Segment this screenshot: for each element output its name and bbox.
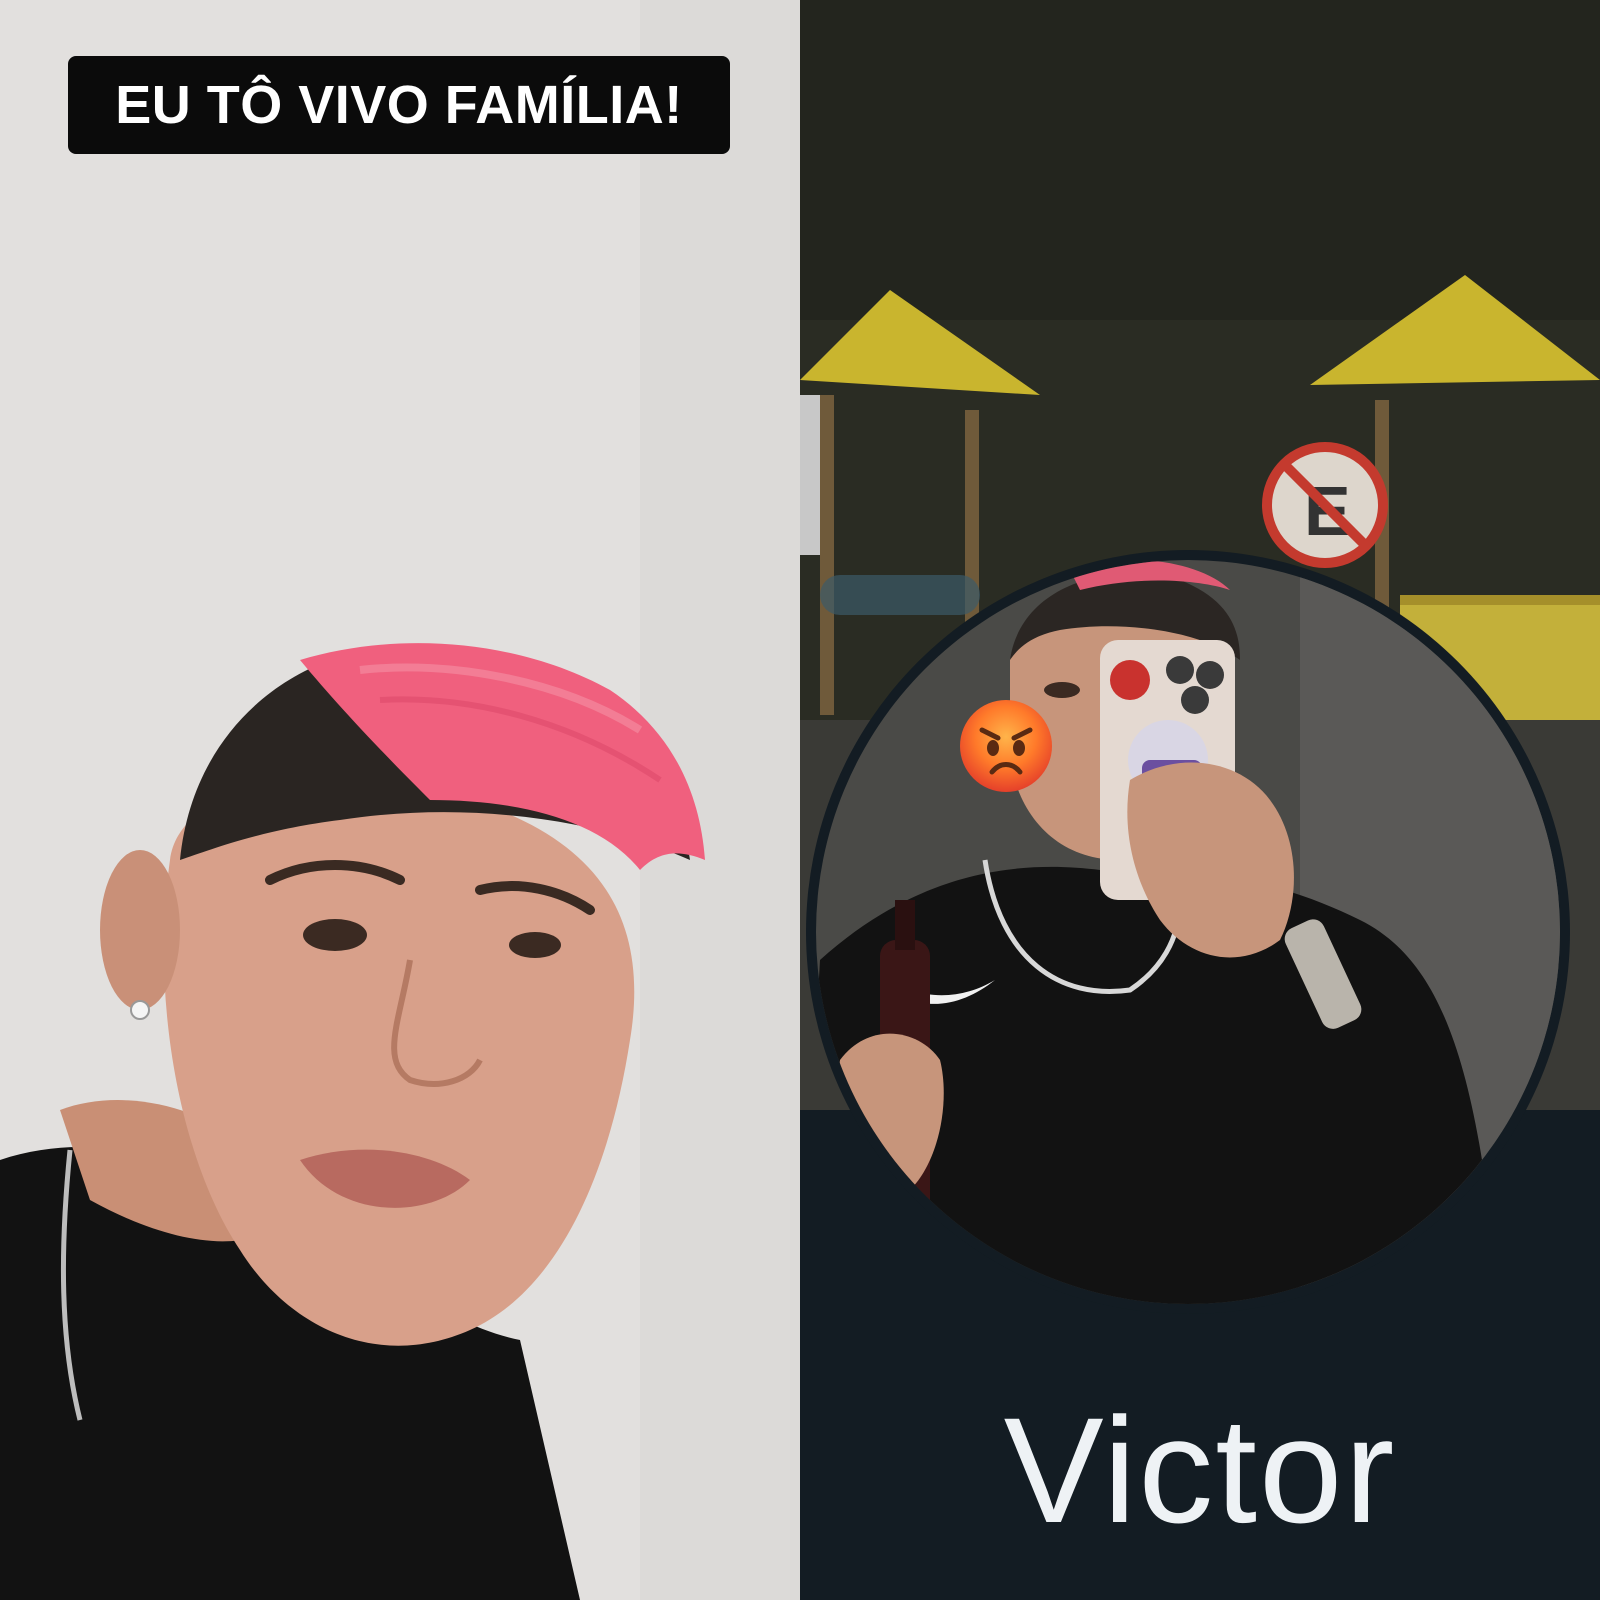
profile-name: Victor — [1003, 1386, 1397, 1554]
screenshot-collage: EU TÔ VIVO FAMÍLIA! E — [0, 0, 1600, 1600]
angry-face-icon — [960, 700, 1052, 792]
profile-panel: E — [800, 0, 1600, 1600]
story-video-frame — [0, 0, 800, 1600]
story-video-panel: EU TÔ VIVO FAMÍLIA! — [0, 0, 800, 1600]
story-caption: EU TÔ VIVO FAMÍLIA! — [68, 56, 730, 154]
profile-avatar[interactable] — [800, 540, 1570, 1320]
